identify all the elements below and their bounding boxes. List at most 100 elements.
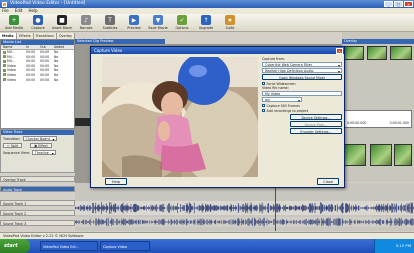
transition-select[interactable]: Checker Board (22, 136, 57, 142)
options-icon: ✓ (177, 15, 187, 25)
column-header[interactable]: In (26, 45, 40, 49)
audio-waveform[interactable] (75, 201, 414, 215)
window-controls: _ □ × (384, 1, 413, 7)
sound-track-label: Sound Track 2 (0, 210, 75, 216)
position-left: 0:00:00.000 (347, 121, 367, 125)
sequence-preview-panel: 0:00:00.000 0:00:01.000 (342, 32, 414, 182)
capture-button[interactable]: ● Capture (26, 14, 50, 32)
insert-blank-button[interactable]: ■ Insert Blank (50, 14, 74, 32)
capture-settings: Capture from: Cyberlink Web Camera Filte… (262, 57, 342, 135)
video-file-icon (3, 68, 6, 72)
table-cell: No (54, 77, 59, 82)
sound-track-label: Sound Track 1 (0, 200, 75, 206)
add-recordings-checkbox[interactable]: Add recordings to project (262, 108, 342, 113)
video-file-icon (3, 55, 6, 59)
table-row[interactable]: Video 00:00 00:00 No (1, 78, 74, 83)
window-title: VideoPad Video Editor - [Untitled] (10, 1, 86, 6)
position-right: 0:00:01.000 (389, 121, 409, 125)
subtitles-icon: T (105, 15, 115, 25)
add-media-button[interactable]: + Add Media (2, 14, 26, 32)
add-media-icon: + (9, 15, 19, 25)
clip-thumbnail[interactable] (370, 144, 392, 166)
sequence-view-label: Sequence View: (3, 150, 30, 155)
maximize-icon[interactable]: □ (394, 1, 403, 7)
video-file-icon (3, 73, 6, 77)
toolbar-button-label: Suite (225, 26, 235, 30)
media-list-rows: MV... 00:00 00:00 No MV... 00:00 00:00 No MV... 0… (1, 50, 74, 82)
open-sound-mixer-button[interactable]: Open Windows Sound Mixer (262, 74, 342, 80)
effect-button[interactable]: ▣ Effect (30, 143, 52, 148)
split-button[interactable]: ✂ Split (3, 143, 23, 148)
insert-blank-icon: ■ (57, 15, 67, 25)
save-movie-icon: ▼ (153, 15, 163, 25)
preview-icon: ▶ (129, 15, 139, 25)
sequence-view-select[interactable]: Timeline (31, 150, 56, 156)
capture-icon: ● (33, 15, 43, 25)
file-extension-select[interactable]: avi (262, 97, 302, 103)
dialog-title: Capture Video (94, 48, 123, 53)
taskbar-item[interactable]: VideoPad Video Edi... (40, 241, 98, 251)
table-cell: 00:00 (26, 77, 36, 82)
sound-track-label: Sound Track 3 (0, 220, 75, 226)
clip-thumbnail[interactable] (367, 46, 387, 60)
toolbar-button-label: Save Movie (148, 26, 168, 30)
narrate-icon: ♪ (81, 15, 91, 25)
clip-thumbnail[interactable] (344, 144, 366, 166)
clip-thumbnail[interactable] (394, 144, 412, 166)
transition-label: Transition: (3, 136, 21, 141)
preview-button[interactable]: ▶ Preview (122, 14, 146, 32)
upgrade-button[interactable]: ↑ Upgrade (194, 14, 218, 32)
status-bar: VideoPad Video Editor v 2.22 © NCH Softw… (0, 232, 414, 239)
video-file-icon (3, 64, 6, 68)
subtitles-button[interactable]: T Subtitles (98, 14, 122, 32)
video-file-icon (3, 50, 6, 54)
toolbar-button-label: Options (175, 26, 189, 30)
help-button[interactable]: Help (105, 178, 127, 185)
narrate-button[interactable]: ♪ Narrate (74, 14, 98, 32)
audio-track-label: Audio Track (0, 186, 75, 192)
suite-icon: ★ (225, 15, 235, 25)
upgrade-icon: ↑ (201, 15, 211, 25)
column-header[interactable]: Added (54, 45, 72, 49)
toolbar-button-label: Preview (127, 26, 141, 30)
minimize-icon[interactable]: _ (384, 1, 393, 7)
toolbar-button-label: Insert Blank (51, 26, 73, 30)
toolbar-button-label: Upgrade (198, 26, 214, 30)
start-button[interactable]: start (0, 239, 30, 253)
toolbar-button-label: Capture (31, 26, 45, 30)
close-button[interactable]: Close (317, 178, 339, 185)
media-list-panel: Media List Name In Out Added MV... 00:00 0… (0, 39, 75, 129)
video-file-input[interactable]: My Video (262, 91, 342, 96)
suite-button[interactable]: ★ Suite (218, 14, 242, 32)
toolbar-button-label: Add Media (5, 26, 23, 30)
windows-taskbar: start VideoPad Video Edi... Capture Vide… (0, 239, 414, 253)
close-icon[interactable]: × (404, 1, 413, 7)
video-file-icon (3, 59, 6, 63)
audio-device-select[interactable]: Realtek High Definition Audio (262, 68, 342, 74)
toolbar-button-label: Subtitles (102, 26, 118, 30)
video-file-icon (3, 78, 6, 82)
video-device-select[interactable]: Cyberlink Web Camera Filter (262, 62, 342, 68)
capture-preview-video (102, 57, 258, 177)
clip-thumbnail[interactable] (344, 46, 364, 60)
overlay-track-label: Overlay Track (0, 176, 75, 182)
encoder-settings-button[interactable]: Encoder Settings... (290, 128, 342, 134)
device-settings-button[interactable]: Device Settings... (290, 114, 342, 120)
toolbar-button-label: Narrate (79, 26, 93, 30)
save-movie-button[interactable]: ▼ Save Movie (146, 14, 170, 32)
clip-thumbnail[interactable] (390, 46, 412, 60)
right-panel-header: Overlay (342, 39, 414, 44)
column-header[interactable]: Out (40, 45, 54, 49)
capture-video-dialog: Capture Video × Capture from: Cyberlink … (90, 46, 345, 188)
sequence-timeline: 0:00:00.000 0:00:01.000 (344, 110, 412, 128)
dialog-close-icon[interactable]: × (336, 47, 343, 54)
main-toolbar: + Add Media ● Capture ■ Insert Blank ♪ Narrate T… (0, 14, 414, 32)
audio-waveform[interactable] (75, 217, 414, 227)
title-bar: VideoPad Video Editor - [Untitled] _ □ × (0, 0, 414, 8)
taskbar-item[interactable]: Capture Video (100, 241, 150, 251)
device-path-button[interactable]: Device Path... (290, 121, 342, 127)
system-tray-clock: 5:15 PM (374, 239, 414, 253)
column-header[interactable]: Name (1, 45, 26, 49)
options-button[interactable]: ✓ Options (170, 14, 194, 32)
playhead[interactable] (275, 183, 276, 231)
